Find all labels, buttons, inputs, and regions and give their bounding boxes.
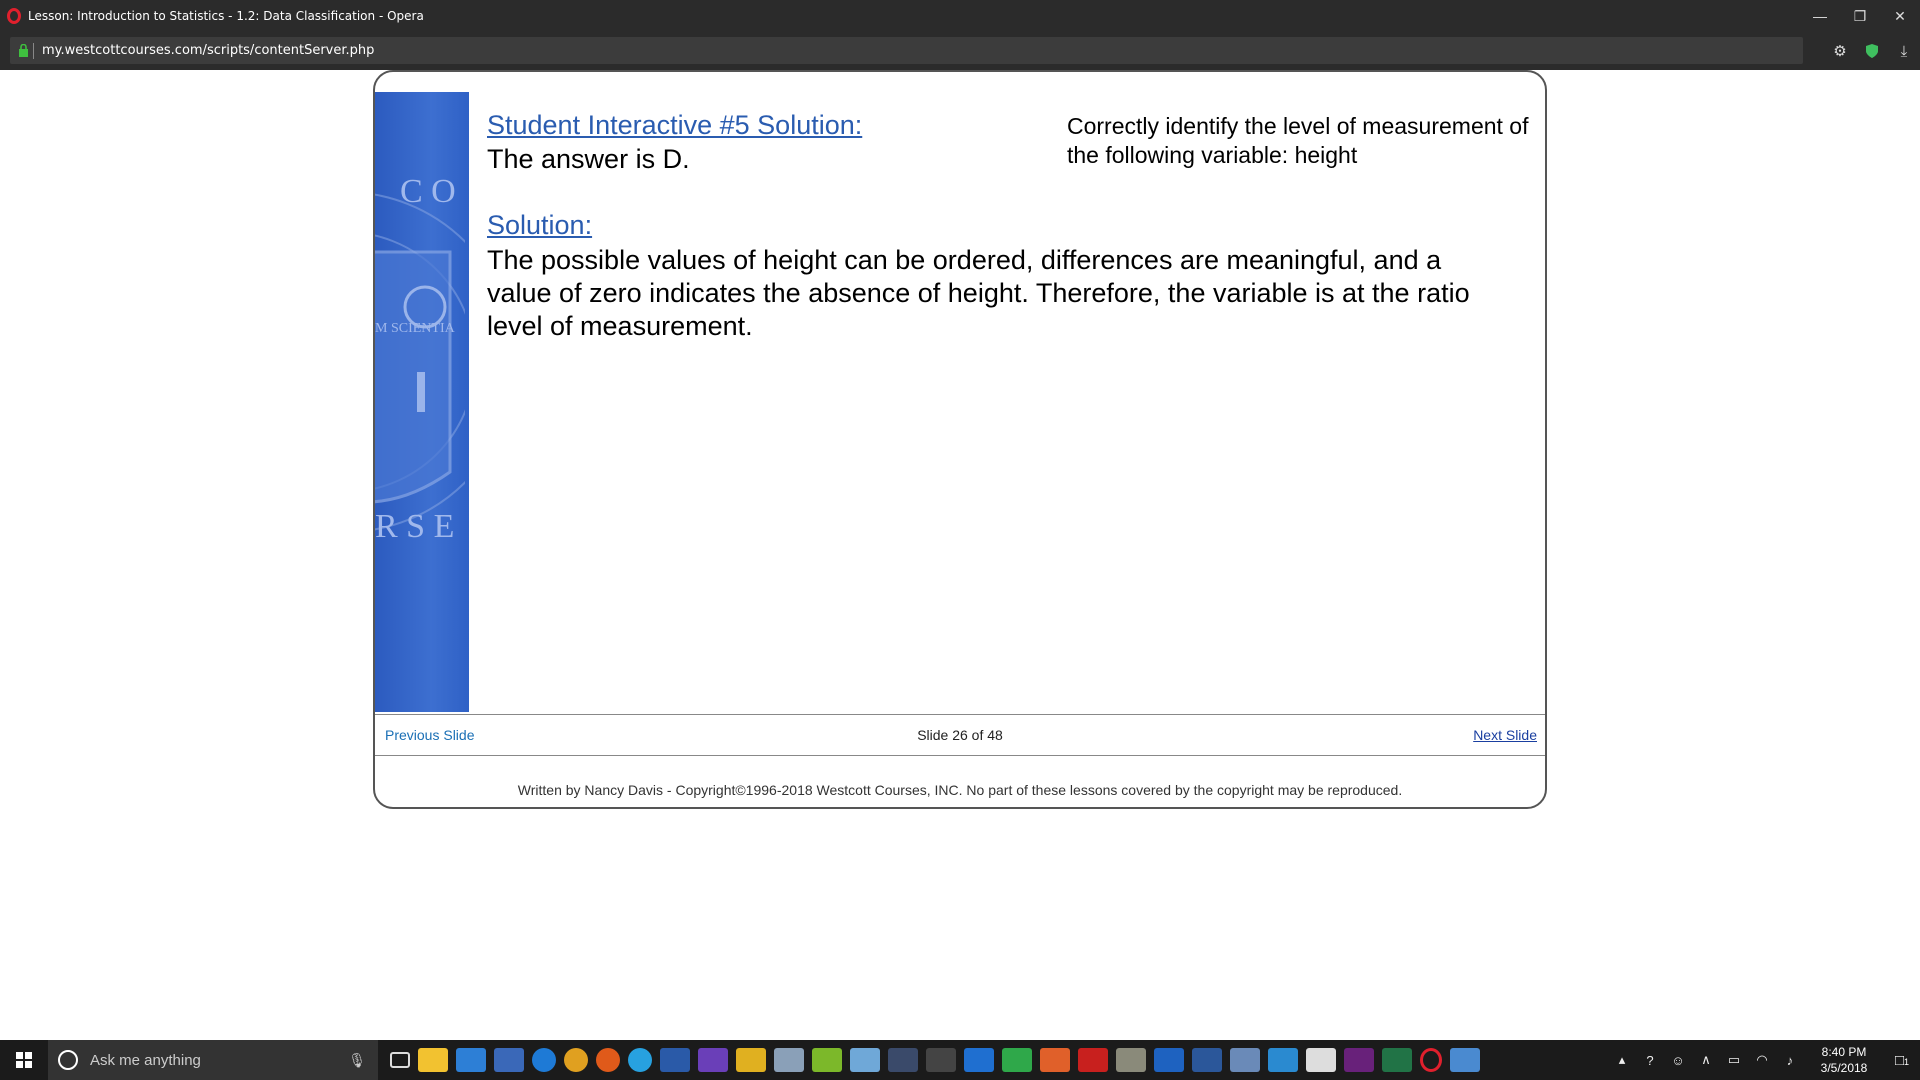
taskbar-app-last-icon[interactable] — [1450, 1048, 1480, 1072]
windows-logo-icon — [16, 1052, 32, 1068]
file-explorer-icon[interactable] — [418, 1048, 448, 1072]
people-icon[interactable]: ☺ — [1664, 1053, 1692, 1068]
seal-text-top: C O — [400, 173, 456, 210]
college-seal-icon: C O M SCIENTIA R S E — [375, 173, 465, 545]
clock-time: 8:40 PM — [1821, 1045, 1867, 1059]
firefox-icon[interactable] — [596, 1048, 620, 1072]
taskbar-clock[interactable]: 8:40 PM 3/5/2018 — [1804, 1044, 1884, 1076]
taskbar-search[interactable]: Ask me anything 🎙 — [48, 1040, 378, 1080]
url-text: my.westcottcourses.com/scripts/contentSe… — [42, 43, 375, 58]
mail-icon[interactable] — [1306, 1048, 1336, 1072]
filezilla-icon[interactable] — [1078, 1048, 1108, 1072]
teamviewer-icon[interactable] — [964, 1048, 994, 1072]
calculator-icon[interactable] — [926, 1048, 956, 1072]
word-icon[interactable] — [1192, 1048, 1222, 1072]
slide-sidebar: C O M SCIENTIA R S E — [375, 92, 469, 712]
window-title: Lesson: Introduction to Statistics - 1.2… — [28, 9, 424, 23]
show-hidden-icons-icon[interactable]: ∧ — [1692, 1052, 1720, 1068]
lesson-slide: C O M SCIENTIA R S E Student Interactive… — [373, 70, 1547, 809]
answer-text: The answer is D. — [487, 144, 690, 174]
powershell-icon[interactable] — [660, 1048, 690, 1072]
vpn-shield-icon[interactable] — [1856, 32, 1888, 70]
cortana-icon — [58, 1050, 78, 1070]
visual-studio-icon[interactable] — [1344, 1048, 1374, 1072]
tray-overflow-icon[interactable]: ▴ — [1608, 1052, 1636, 1068]
xampp-icon[interactable] — [1040, 1048, 1070, 1072]
excel-icon[interactable] — [1382, 1048, 1412, 1072]
url-separator — [33, 42, 34, 59]
star-app-icon[interactable] — [736, 1048, 766, 1072]
network-app-icon[interactable] — [888, 1048, 918, 1072]
app-x-icon[interactable] — [494, 1048, 524, 1072]
wifi-icon[interactable]: ◠ — [1748, 1052, 1776, 1068]
start-button[interactable] — [0, 1040, 48, 1080]
volume-icon[interactable]: ♪ — [1776, 1053, 1804, 1068]
restore-button[interactable]: ❐ — [1840, 0, 1880, 32]
paint-icon[interactable] — [774, 1048, 804, 1072]
solution-title-link[interactable]: Student Interactive #5 Solution: — [487, 110, 862, 141]
windows-taskbar: Ask me anything 🎙 ▴ ? ☺ ∧ ▭ ◠ ♪ 8:40 PM … — [0, 1040, 1920, 1080]
slide-counter: Slide 26 of 48 — [917, 727, 1003, 743]
battery-icon[interactable]: ▭ — [1720, 1052, 1748, 1068]
camtasia-icon[interactable] — [1002, 1048, 1032, 1072]
notes-app-icon[interactable] — [850, 1048, 880, 1072]
notepad-icon[interactable] — [1116, 1048, 1146, 1072]
edge-icon[interactable] — [532, 1048, 556, 1072]
lambda-app-icon[interactable] — [812, 1048, 842, 1072]
remote-desktop-icon[interactable] — [1268, 1048, 1298, 1072]
network-drive-icon[interactable] — [1230, 1048, 1260, 1072]
solution-heading-link[interactable]: Solution: — [487, 210, 592, 241]
action-center-icon[interactable]: □1 — [1884, 1052, 1920, 1069]
task-view-icon[interactable] — [390, 1052, 410, 1068]
next-slide-link[interactable]: Next Slide — [1473, 727, 1537, 743]
chrome-icon[interactable] — [564, 1048, 588, 1072]
pinned-apps — [386, 1048, 1484, 1072]
lock-icon — [19, 44, 28, 57]
help-icon[interactable]: ? — [1636, 1053, 1664, 1068]
search-placeholder: Ask me anything — [90, 1051, 201, 1069]
seal-text-mid: M SCIENTIA — [375, 321, 456, 336]
notification-count: 1 — [1904, 1056, 1910, 1067]
window-controls: — ❐ ✕ — [1800, 0, 1920, 32]
clock-date: 3/5/2018 — [1820, 1061, 1868, 1075]
close-button[interactable]: ✕ — [1880, 0, 1920, 32]
system-tray: ▴ ? ☺ ∧ ▭ ◠ ♪ 8:40 PM 3/5/2018 □1 — [1608, 1040, 1920, 1080]
address-bar-icons: ⚙ ⤓ — [1824, 32, 1920, 70]
copyright-footer: Written by Nancy Davis - Copyright©1996-… — [517, 782, 1403, 798]
app-purple-icon[interactable] — [698, 1048, 728, 1072]
solution-explanation: The possible values of height can be ord… — [487, 245, 1470, 341]
question-text: Correctly identify the level of measurem… — [1067, 113, 1529, 168]
outlook-icon[interactable] — [1154, 1048, 1184, 1072]
slide-navigation: Previous Slide Slide 26 of 48 Next Slide — [375, 714, 1545, 756]
store-icon[interactable] — [456, 1048, 486, 1072]
url-field[interactable]: my.westcottcourses.com/scripts/contentSe… — [10, 37, 1803, 64]
internet-explorer-icon[interactable] — [628, 1048, 652, 1072]
settings-gear-icon[interactable]: ⚙ — [1824, 32, 1856, 70]
address-bar: my.westcottcourses.com/scripts/contentSe… — [0, 32, 1920, 70]
opera-logo-icon — [7, 8, 21, 24]
minimize-button[interactable]: — — [1800, 0, 1840, 32]
window-titlebar: Lesson: Introduction to Statistics - 1.2… — [0, 0, 1920, 32]
seal-text-bottom: R S E — [375, 508, 454, 545]
opera-taskbar-icon[interactable] — [1420, 1048, 1442, 1072]
microphone-icon[interactable]: 🎙 — [348, 1052, 366, 1069]
download-icon[interactable]: ⤓ — [1888, 32, 1920, 70]
